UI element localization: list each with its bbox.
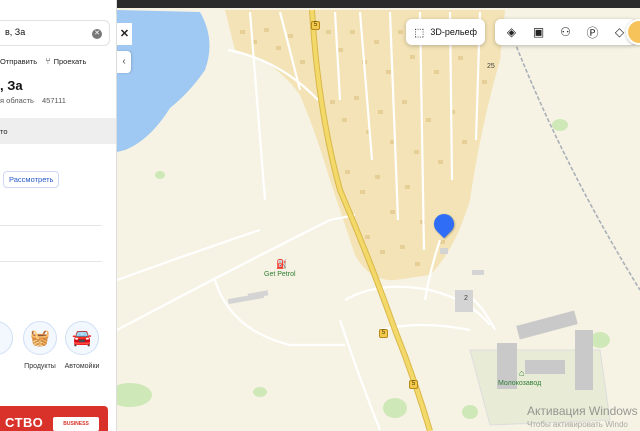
relief-3d-button[interactable]: ⬚ 3D-рельеф: [406, 19, 485, 45]
place-actions: Отправить ⑂ Проехать: [0, 56, 86, 66]
poi-factory-label[interactable]: Молокозавод: [498, 380, 541, 387]
cube-icon: ⬚: [414, 26, 425, 39]
info-band-text: то: [0, 127, 8, 136]
basket-icon: 🧺: [23, 321, 57, 355]
railway: [509, 29, 640, 291]
route-icon: ⑂: [45, 56, 51, 66]
road-number-shield: 5: [311, 21, 320, 30]
category-label: Продукты: [24, 363, 56, 370]
people-icon[interactable]: ⚇: [553, 19, 578, 45]
place-address: я область 457111: [0, 96, 66, 105]
divider: [0, 225, 102, 226]
route-label: Проехать: [53, 56, 87, 66]
category-groceries[interactable]: 🧺 Продукты: [22, 321, 58, 370]
relief-label: 3D-рельеф: [430, 27, 477, 37]
top-strip: [117, 0, 640, 8]
factory-icon[interactable]: ⌂: [519, 368, 524, 378]
close-panel-button[interactable]: ✕: [117, 23, 132, 45]
windows-activation-subtitle: Чтобы активировать Windo: [527, 420, 628, 429]
map-layers-toolbar: ◈ ▣ ⚇ Ⓟ ◇: [495, 19, 636, 45]
category-partial[interactable]: [0, 321, 14, 355]
place-region: я область: [0, 96, 34, 105]
send-button[interactable]: Отправить: [0, 56, 37, 66]
settlement-area: [225, 10, 505, 281]
pin-marker-icon: [429, 209, 459, 239]
place-postal-code: 457111: [42, 96, 66, 105]
info-band[interactable]: то: [0, 118, 116, 144]
poi-gas-station-label[interactable]: Get Petrol: [264, 271, 296, 278]
clear-search-icon[interactable]: ✕: [92, 29, 102, 39]
gas-station-icon[interactable]: ⛽: [276, 259, 287, 270]
car-wash-icon: 🚘: [65, 321, 99, 355]
search-box[interactable]: ✕: [0, 20, 110, 46]
category-icon: [0, 321, 13, 355]
place-title: , За: [0, 78, 23, 93]
search-input[interactable]: [5, 27, 85, 37]
side-panel: ✕ Отправить ⑂ Проехать , За я область 45…: [0, 0, 117, 431]
ad-logo: BUSINESS: [53, 417, 99, 431]
category-car-wash[interactable]: 🚘 Автомойки: [64, 321, 100, 370]
location-pin[interactable]: [429, 209, 459, 240]
traffic-light-icon[interactable]: ◈: [499, 19, 524, 45]
parking-icon[interactable]: Ⓟ: [580, 19, 605, 45]
ad-text: СТВО: [5, 415, 44, 430]
send-label: Отправить: [0, 56, 38, 66]
house-number: 2: [464, 295, 468, 302]
route-button[interactable]: ⑂ Проехать: [45, 56, 86, 66]
house-number: 25: [487, 63, 495, 70]
small-buildings: [227, 248, 484, 312]
windows-activation-title: Активация Windows: [527, 404, 638, 418]
bus-icon[interactable]: ▣: [526, 19, 551, 45]
view-button[interactable]: Рассмотреть: [3, 171, 60, 188]
collapse-panel-button[interactable]: ‹: [117, 51, 131, 73]
road-number-shield: 5: [409, 380, 418, 389]
divider: [0, 261, 102, 262]
category-label: Автомойки: [64, 363, 100, 370]
road-number-shield: 5: [379, 329, 388, 338]
ad-banner[interactable]: СТВО BUSINESS: [0, 406, 108, 431]
